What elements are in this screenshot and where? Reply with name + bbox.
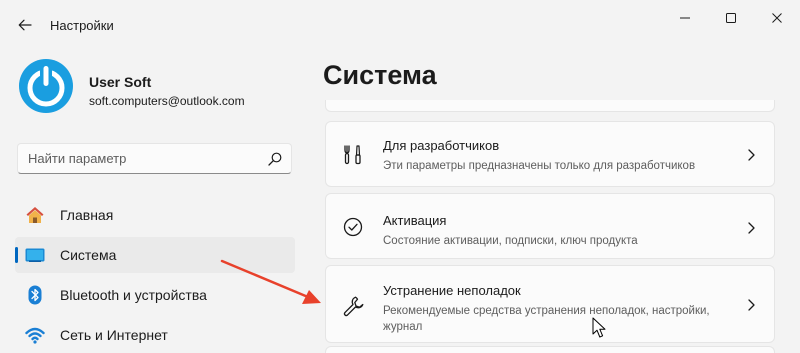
home-icon [26,207,44,223]
back-arrow-icon [18,19,32,31]
minimize-button[interactable] [662,6,708,30]
close-button[interactable] [754,6,800,30]
close-icon [772,13,782,23]
minimize-icon [680,17,690,19]
back-button[interactable] [10,11,40,39]
previous-card-edge [325,100,775,112]
system-icon [25,248,45,262]
user-email: soft.computers@outlook.com [89,94,245,108]
user-name: User Soft [89,74,152,90]
settings-card-developers[interactable]: Для разработчиков Эти параметры предназн… [325,121,775,187]
active-indicator [15,247,18,263]
card-description: Состояние активации, подписки, ключ прод… [383,235,638,247]
sidebar-item-system[interactable]: Система [15,237,295,273]
chevron-right-icon [748,222,755,234]
card-title: Активация [383,213,447,228]
sidebar-item-home[interactable]: Главная [15,197,295,233]
settings-card-activation[interactable]: Активация Состояние активации, подписки,… [325,193,775,259]
power-logo-icon [19,59,73,113]
card-title: Для разработчиков [383,138,500,153]
title-bar: Настройки [0,0,800,48]
search-icon[interactable] [268,152,282,166]
activation-check-icon [343,217,363,237]
sidebar-item-label: Главная [60,207,114,223]
wrench-icon [343,296,364,317]
sidebar-item-label: Система [60,247,117,263]
mouse-cursor-icon [592,317,606,338]
page-title: Система [323,60,437,90]
wifi-icon [25,327,45,344]
sidebar-item-bluetooth[interactable]: Bluetooth и устройства [15,277,295,313]
developer-tools-icon [344,145,361,165]
avatar[interactable] [18,58,74,114]
card-description: Эти параметры предназначены только для р… [383,160,696,172]
card-title: Устранение неполадок [383,283,521,298]
card-description: Рекомендуемые средства устранения непола… [383,305,710,333]
chevron-right-icon [748,299,755,311]
chevron-right-icon [748,149,755,161]
bluetooth-icon [28,285,42,305]
app-title: Настройки [50,18,114,33]
sidebar-item-label: Сеть и Интернет [60,327,168,343]
sidebar-item-network[interactable]: Сеть и Интернет [15,317,295,353]
settings-card-troubleshoot[interactable]: Устранение неполадок Рекомендуемые средс… [325,265,775,343]
search-box [17,143,292,174]
maximize-icon [726,13,736,23]
maximize-button[interactable] [708,6,754,30]
next-card-edge [325,346,775,353]
search-input[interactable] [18,144,258,173]
sidebar-item-label: Bluetooth и устройства [60,287,207,303]
